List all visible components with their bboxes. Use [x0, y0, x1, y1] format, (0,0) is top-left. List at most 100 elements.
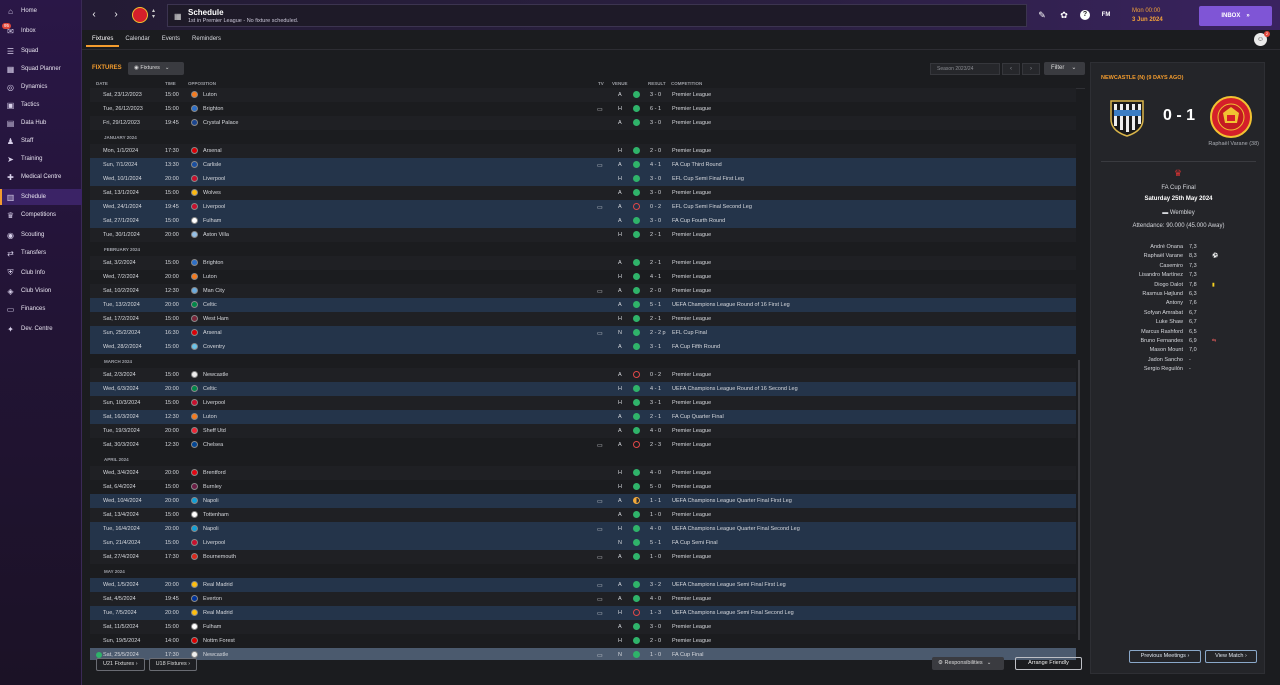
fixture-row[interactable]: Sat, 16/3/2024 12:30 Luton A 2 - 1 FA Cup Qua…: [90, 410, 1076, 424]
fixture-competition[interactable]: Premier League: [672, 596, 711, 602]
fixture-competition[interactable]: EFL Cup Semi Final First Leg: [672, 176, 744, 182]
opponent-name[interactable]: Celtic: [203, 386, 217, 392]
opponent-name[interactable]: Aston Villa: [203, 232, 229, 238]
fixture-competition[interactable]: Premier League: [672, 190, 711, 196]
fixture-row[interactable]: Tue, 30/1/2024 20:00 Aston Villa H 2 - 1 Prem…: [90, 228, 1076, 242]
opponent-name[interactable]: Luton: [203, 92, 217, 98]
opponent-name[interactable]: Real Madrid: [203, 582, 233, 588]
fixture-row[interactable]: Wed, 28/2/2024 15:00 Coventry A 3 - 1 FA Cup …: [90, 340, 1076, 354]
fixture-result[interactable]: 5 - 1: [650, 540, 661, 546]
fixtures-view-dropdown[interactable]: ◉ Fixtures ⌄: [128, 62, 184, 75]
opponent-name[interactable]: Sheff Utd: [203, 428, 226, 434]
player-rating-row[interactable]: Sergio Reguilón -: [1091, 365, 1266, 374]
fixture-result[interactable]: 4 - 1: [650, 162, 661, 168]
fixture-row[interactable]: Mon, 1/1/2024 17:30 Arsenal H 2 - 0 Premier L…: [90, 144, 1076, 158]
opponent-name[interactable]: Newcastle: [203, 372, 228, 378]
opponent-name[interactable]: Man City: [203, 288, 225, 294]
col-date[interactable]: DATE: [96, 81, 108, 86]
opponent-name[interactable]: Luton: [203, 274, 217, 280]
fixture-competition[interactable]: Premier League: [672, 442, 711, 448]
fixture-competition[interactable]: Premier League: [672, 106, 711, 112]
previous-season-button[interactable]: ‹: [1002, 63, 1020, 75]
fixture-row[interactable]: Sun, 10/3/2024 15:00 Liverpool H 3 - 1 Premie…: [90, 396, 1076, 410]
fixture-row[interactable]: Sat, 13/1/2024 15:00 Wolves A 3 - 0 Premier L…: [90, 186, 1076, 200]
arrange-friendly-button[interactable]: Arrange Friendly: [1015, 657, 1082, 670]
fixture-result[interactable]: 3 - 2: [650, 582, 661, 588]
fixture-result[interactable]: 3 - 0: [650, 190, 661, 196]
sidebar-item-club-vision[interactable]: ◈ Club Vision: [0, 283, 82, 299]
fixture-competition[interactable]: Premier League: [672, 470, 711, 476]
fixture-result[interactable]: 4 - 1: [650, 274, 661, 280]
previous-meetings-button[interactable]: Previous Meetings ›: [1129, 650, 1201, 663]
bug-report-icon[interactable]: ✿: [1058, 9, 1070, 21]
opponent-name[interactable]: Liverpool: [203, 176, 225, 182]
player-rating-row[interactable]: Raphaël Varane 8,3 ⚽: [1091, 252, 1266, 261]
fixture-row[interactable]: Sat, 23/12/2023 15:00 Luton A 3 - 0 Premier L…: [90, 88, 1076, 102]
fixture-result[interactable]: 3 - 1: [650, 344, 661, 350]
fixture-competition[interactable]: Premier League: [672, 484, 711, 490]
sidebar-item-home[interactable]: ⌂ Home: [0, 3, 82, 19]
u18-fixtures-button[interactable]: U18 Fixtures ›: [148, 658, 198, 671]
fixture-competition[interactable]: Premier League: [672, 92, 711, 98]
opponent-name[interactable]: Liverpool: [203, 400, 225, 406]
forward-arrow-icon[interactable]: ›: [110, 9, 122, 21]
next-season-button[interactable]: ›: [1022, 63, 1040, 75]
opponent-name[interactable]: Napoli: [203, 526, 219, 532]
opponent-name[interactable]: Newcastle: [203, 652, 228, 658]
opponent-name[interactable]: Brighton: [203, 260, 224, 266]
player-rating-row[interactable]: Jadon Sancho -: [1091, 356, 1266, 365]
sidebar-item-dynamics[interactable]: ◎ Dynamics: [0, 79, 82, 95]
date-display[interactable]: Mon 00:00 3 Jun 2024: [1129, 6, 1193, 26]
sidebar-item-data-hub[interactable]: ▤ Data Hub: [0, 115, 82, 131]
fixture-competition[interactable]: Premier League: [672, 512, 711, 518]
col-venue[interactable]: VENUE: [612, 81, 628, 86]
fixture-row[interactable]: Sat, 13/4/2024 15:00 Tottenham A 1 - 0 Premie…: [90, 508, 1076, 522]
opponent-name[interactable]: Tottenham: [203, 512, 229, 518]
fixture-row[interactable]: Wed, 3/4/2024 20:00 Brentford H 4 - 0 Premier…: [90, 466, 1076, 480]
player-rating-row[interactable]: Casemiro 7,3: [1091, 262, 1266, 271]
fixture-competition[interactable]: FA Cup Fifth Round: [672, 344, 720, 350]
sidebar-item-finances[interactable]: ▭ Finances: [0, 301, 82, 317]
opponent-name[interactable]: Carlisle: [203, 162, 221, 168]
fixture-result[interactable]: 0 - 2: [650, 372, 661, 378]
fixture-result[interactable]: 3 - 1: [650, 400, 661, 406]
opponent-name[interactable]: Everton: [203, 596, 222, 602]
fixture-row[interactable]: Sun, 25/2/2024 16:30 Arsenal ▭ N 2 - 2 p EFL C…: [90, 326, 1076, 340]
season-selector[interactable]: Season 2023/24: [930, 63, 1000, 75]
fixture-result[interactable]: 2 - 0: [650, 288, 661, 294]
match-panel-title[interactable]: NEWCASTLE (N) (9 DAYS AGO): [1101, 75, 1183, 81]
fixture-row[interactable]: Wed, 10/4/2024 20:00 Napoli ▭ A 1 - 1 UEFA Cha…: [90, 494, 1076, 508]
sidebar-item-transfers[interactable]: ⇄ Transfers: [0, 245, 82, 261]
sidebar-item-medical-centre[interactable]: ✚ Medical Centre: [0, 169, 82, 185]
fixture-row[interactable]: Tue, 19/3/2024 20:00 Sheff Utd A 4 - 0 Premie…: [90, 424, 1076, 438]
fixture-result[interactable]: 2 - 0: [650, 148, 661, 154]
player-rating-row[interactable]: Lisandro Martínez 7,3: [1091, 271, 1266, 280]
fixture-result[interactable]: 2 - 1: [650, 316, 661, 322]
player-rating-row[interactable]: Antony 7,6: [1091, 299, 1266, 308]
sidebar-item-squad[interactable]: ☰ Squad: [0, 43, 82, 59]
help-icon[interactable]: ?: [1080, 10, 1090, 20]
fixture-result[interactable]: 2 - 1: [650, 414, 661, 420]
fixture-row[interactable]: Sat, 6/4/2024 15:00 Burnley H 5 - 0 Premier L…: [90, 480, 1076, 494]
opponent-name[interactable]: Celtic: [203, 302, 217, 308]
opponent-name[interactable]: Fulham: [203, 624, 221, 630]
fm-menu-icon[interactable]: FM: [1100, 9, 1112, 21]
fixture-competition[interactable]: FA Cup Quarter Final: [672, 414, 724, 420]
fixture-competition[interactable]: Premier League: [672, 260, 711, 266]
opponent-name[interactable]: Liverpool: [203, 540, 225, 546]
fixture-competition[interactable]: Premier League: [672, 120, 711, 126]
fixture-competition[interactable]: EFL Cup Final: [672, 330, 707, 336]
opponent-name[interactable]: West Ham: [203, 316, 229, 322]
fixture-row[interactable]: Sat, 25/5/2024 17:30 Newcastle ▭ N 1 - 0 FA Cu…: [90, 648, 1076, 660]
player-rating-row[interactable]: Marcus Rashford 6,5: [1091, 328, 1266, 337]
fixture-row[interactable]: Tue, 13/2/2024 20:00 Celtic A 5 - 1 UEFA Cham…: [90, 298, 1076, 312]
fixture-result[interactable]: 3 - 0: [650, 176, 661, 182]
fixture-result[interactable]: 3 - 0: [650, 92, 661, 98]
u21-fixtures-button[interactable]: U21 Fixtures ›: [96, 658, 145, 671]
fixture-competition[interactable]: UEFA Champions League Round of 16 Second…: [672, 386, 798, 392]
fixture-competition[interactable]: Premier League: [672, 232, 711, 238]
fixture-row[interactable]: Tue, 7/5/2024 20:00 Real Madrid ▭ H 1 - 3 UEFA…: [90, 606, 1076, 620]
tab-calendar[interactable]: Calendar: [119, 33, 155, 47]
fixture-row[interactable]: Wed, 10/1/2024 20:00 Liverpool H 3 - 0 EFL Cu…: [90, 172, 1076, 186]
sidebar-item-club-info[interactable]: ⛨ Club Info: [0, 265, 82, 281]
